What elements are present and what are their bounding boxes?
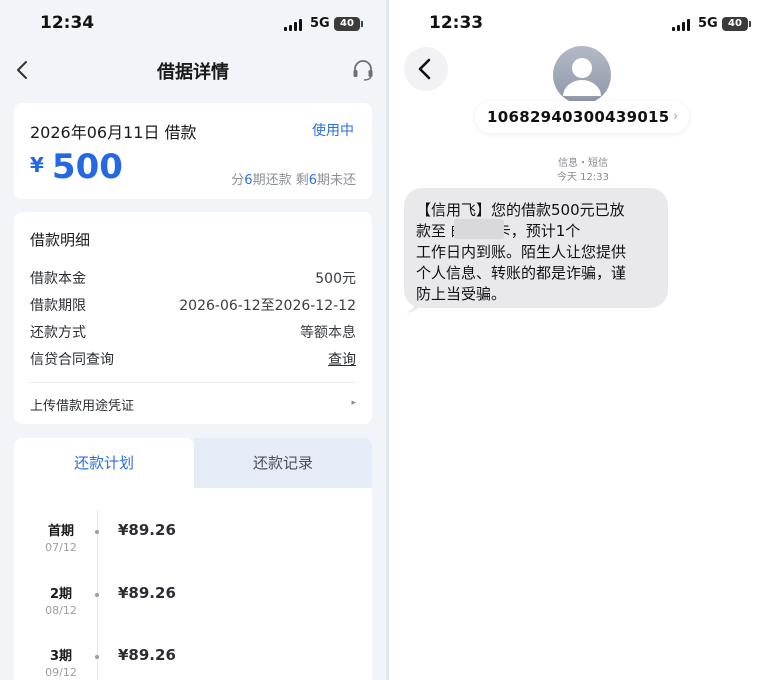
back-button[interactable] <box>404 47 448 91</box>
detail-value: 500元 <box>315 271 356 287</box>
status-time: 12:34 <box>40 13 95 33</box>
installment-name: 3期 <box>49 649 73 664</box>
installment-amount: ¥89.26 <box>118 521 176 539</box>
installment-summary: 分6期还款 剩6期未还 <box>231 169 356 188</box>
detail-row-term: 借款期限 2026-06-12至2026-12-12 <box>30 295 356 315</box>
sender-number: 1068294030043901​5 <box>487 108 670 126</box>
divider <box>30 382 356 383</box>
loan-amount-value: 500 <box>51 147 123 187</box>
battery-icon: 40 <box>722 17 751 31</box>
message-text: 【信用飞】您的借款500元已放 款至 的银行卡，预计1个 工作日内到账。陌生人让… <box>416 201 627 303</box>
status-time: 12:33 <box>429 13 484 33</box>
headset-icon[interactable] <box>350 57 376 83</box>
network-label: 5G <box>310 16 330 31</box>
plan-item[interactable]: 3期 09/12 ¥89.26 <box>14 645 372 680</box>
plan-remaining: 6 <box>308 173 317 188</box>
back-chevron-icon <box>418 58 431 80</box>
installment-name: 首期 <box>48 524 75 539</box>
loan-detail-screen: 12:34 5G 40 借据详情 2026年06月11日 借款 使用中 ¥500… <box>0 0 386 680</box>
page-title: 借据详情 <box>157 62 229 83</box>
plan-item[interactable]: 首期 07/12 ¥89.26 <box>14 520 372 564</box>
installment-amount: ¥89.26 <box>118 584 176 602</box>
detail-row-principal: 借款本金 500元 <box>30 268 356 288</box>
detail-value: 2026-06-12至2026-12-12 <box>179 298 356 314</box>
status-bar: 12:33 5G 40 <box>389 0 777 48</box>
sms-screen: 12:33 5G 40 1068294030043901​5 › 信息・短信 今… <box>389 0 777 680</box>
loan-summary-card: 2026年06月11日 借款 使用中 ¥500 分6期还款 剩6期未还 <box>14 103 372 199</box>
detail-row-contract: 信贷合同查询 查询 <box>30 349 356 369</box>
detail-label: 借款期限 <box>30 298 86 314</box>
detail-label: 借款本金 <box>30 271 86 287</box>
plan-total: 6 <box>244 173 253 188</box>
loan-details-card: 借款明细 借款本金 500元 借款期限 2026-06-12至2026-12-1… <box>14 212 372 424</box>
details-heading: 借款明细 <box>30 231 91 249</box>
status-bar: 12:34 5G 40 <box>0 0 386 48</box>
detail-value: 等额本息 <box>300 325 356 341</box>
chevron-right-icon: ▸ <box>351 398 356 408</box>
top-nav: 借据详情 <box>0 48 386 92</box>
installment-amount: ¥89.26 <box>118 646 176 664</box>
plan-item[interactable]: 2期 08/12 ¥89.26 <box>14 583 372 627</box>
contract-query-link[interactable]: 查询 <box>328 349 356 369</box>
detail-label: 还款方式 <box>30 325 86 341</box>
repayment-tabs: 还款计划 还款记录 <box>14 438 372 488</box>
plan-suffix: 期未还 <box>316 173 356 188</box>
installment-date: 07/12 <box>45 541 77 554</box>
installment-date: 08/12 <box>45 604 77 617</box>
upload-proof-row[interactable]: 上传借款用途凭证 <box>30 395 134 414</box>
detail-row-method: 还款方式 等额本息 <box>30 322 356 342</box>
loan-amount: ¥500 <box>30 147 123 187</box>
plan-mid: 期还款 剩 <box>252 173 309 188</box>
tab-repayment-records[interactable]: 还款记录 <box>194 438 372 488</box>
sender-number-pill[interactable]: 1068294030043901​5 › <box>475 101 689 133</box>
timeline-dot <box>95 530 99 534</box>
network-label: 5G <box>698 16 718 31</box>
message-timestamp: 今天 12:33 <box>557 172 609 183</box>
timeline-dot <box>95 593 99 597</box>
currency-symbol: ¥ <box>30 153 44 177</box>
detail-label: 信贷合同查询 <box>30 352 114 368</box>
installment-date: 09/12 <box>45 666 77 679</box>
redaction-mask <box>454 219 504 239</box>
tab-repayment-plan[interactable]: 还款计划 <box>14 438 194 488</box>
signal-icon <box>672 19 692 31</box>
contact-avatar-icon[interactable] <box>553 46 611 104</box>
battery-icon: 40 <box>334 17 363 31</box>
timeline-dot <box>95 655 99 659</box>
loan-date: 2026年06月11日 借款 <box>30 123 197 142</box>
loan-status-badge: 使用中 <box>312 123 354 139</box>
chevron-right-icon: › <box>673 109 678 123</box>
message-type-label: 信息・短信 <box>558 158 608 169</box>
signal-icon <box>284 19 304 31</box>
plan-prefix: 分 <box>231 173 245 188</box>
installment-name: 2期 <box>49 587 73 602</box>
